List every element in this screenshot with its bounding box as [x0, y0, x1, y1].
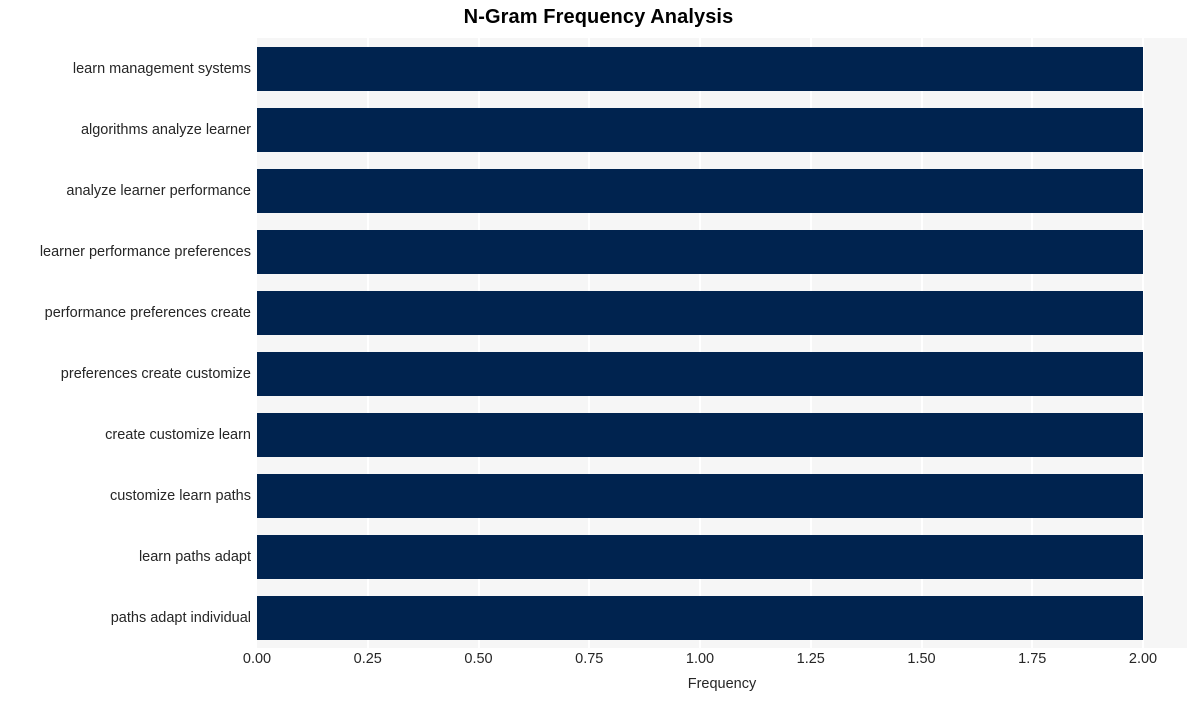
bar	[257, 229, 1143, 274]
y-axis-tick-labels: learn management systems algorithms analy…	[0, 38, 251, 648]
plot-area	[257, 38, 1187, 648]
bar	[257, 412, 1143, 457]
y-axis-tick-label: analyze learner performance	[66, 182, 251, 199]
x-axis-tick-label: 1.25	[796, 651, 825, 667]
y-axis-tick-label: customize learn paths	[109, 487, 251, 504]
bar	[257, 107, 1143, 152]
y-axis-tick-label: learn management systems	[72, 60, 251, 77]
x-axis-tick-label: 1.50	[907, 651, 936, 667]
x-axis-tick-label: 0.50	[464, 651, 493, 667]
x-axis-tick-labels: 0.00 0.25 0.50 0.75 1.00 1.25 1.50 1.75 2.00	[0, 652, 1197, 674]
y-axis-tick-label: create customize learn	[105, 426, 251, 443]
y-axis-tick-label: performance preferences create	[44, 304, 251, 321]
y-axis-tick-label: preferences create customize	[60, 365, 251, 382]
x-axis-tick-label: 0.00	[242, 651, 272, 667]
bar	[257, 351, 1143, 396]
y-axis-tick-label: learn paths adapt	[138, 548, 251, 565]
y-axis-tick-label: paths adapt individual	[110, 609, 251, 626]
y-axis-tick-label: algorithms analyze learner	[80, 121, 251, 138]
bar	[257, 168, 1143, 213]
bar	[257, 473, 1143, 518]
y-axis-tick-label: learner performance preferences	[39, 243, 251, 260]
bar	[257, 46, 1143, 91]
bar	[257, 595, 1143, 640]
chart-figure: N-Gram Frequency Analysis learn manageme…	[0, 0, 1197, 701]
bar-series	[257, 38, 1187, 648]
x-axis-title: Frequency	[687, 676, 757, 692]
x-axis-tick-label: 2.00	[1128, 651, 1158, 667]
bar	[257, 534, 1143, 579]
chart-title: N-Gram Frequency Analysis	[463, 6, 734, 28]
x-axis-tick-label: 1.75	[1018, 651, 1047, 667]
x-axis-tick-label: 0.25	[353, 651, 382, 667]
x-axis-tick-label: 1.00	[685, 651, 715, 667]
bar	[257, 290, 1143, 335]
x-axis-tick-label: 0.75	[575, 651, 604, 667]
